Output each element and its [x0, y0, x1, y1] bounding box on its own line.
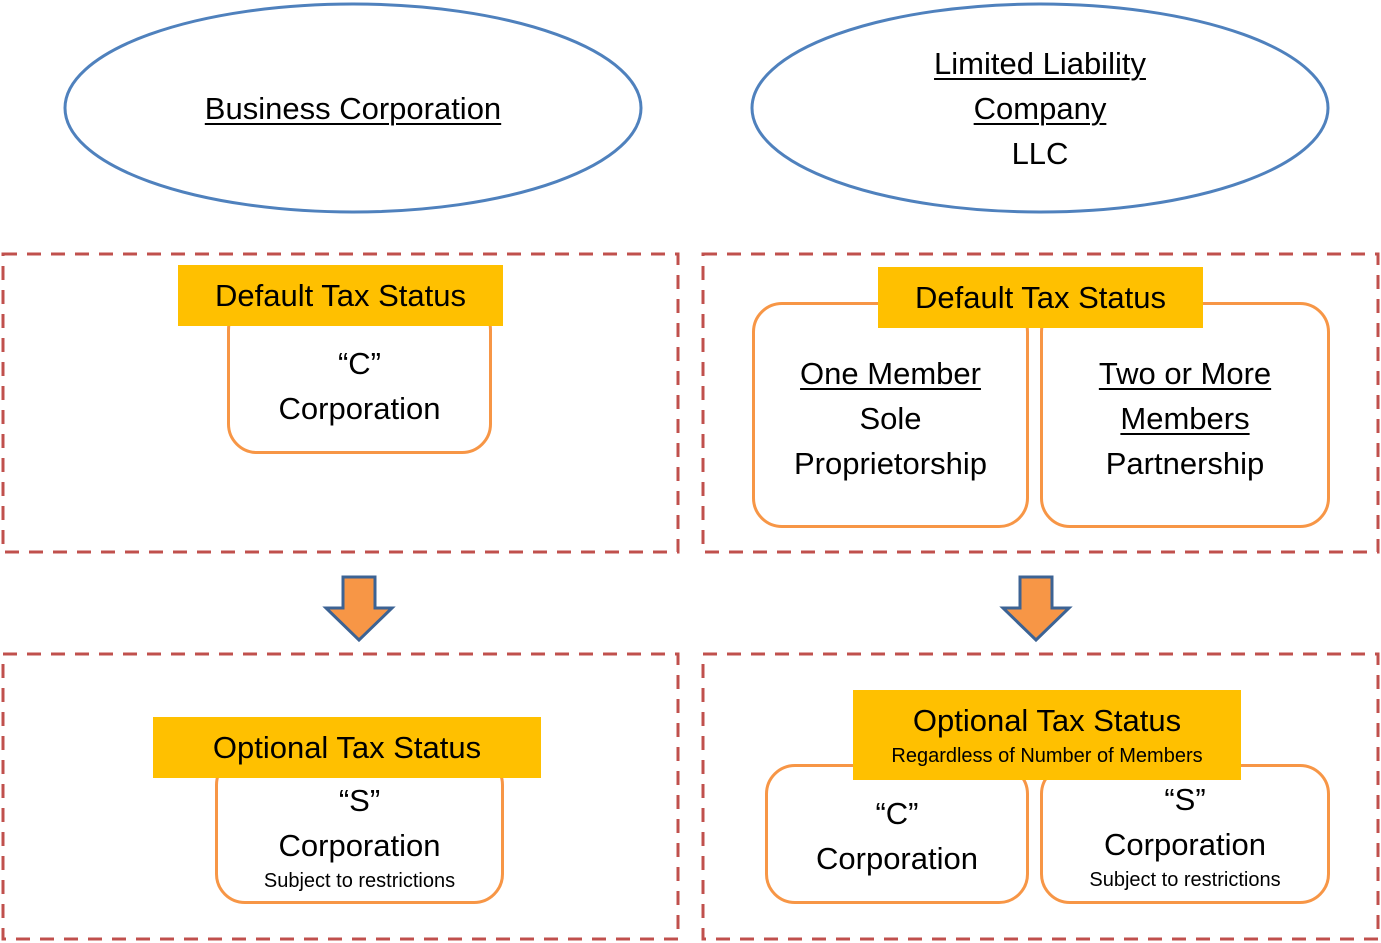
- default-tax-status-label: Default Tax Status: [878, 267, 1203, 328]
- box-line: “S”: [1164, 782, 1206, 817]
- default-tax-status-label: Default Tax Status: [178, 265, 503, 326]
- restriction-note: Subject to restrictions: [1089, 869, 1281, 891]
- down-arrow-icon: [999, 575, 1073, 643]
- box-line: Corporation: [278, 828, 441, 863]
- box-line: “C”: [875, 796, 919, 831]
- multi-member-heading: Members: [1120, 401, 1250, 436]
- llc-title-line1: Limited Liability: [934, 46, 1146, 81]
- box-line: Proprietorship: [794, 446, 987, 481]
- optional-tax-status-label: Optional Tax Status: [153, 717, 541, 778]
- box-line: Corporation: [278, 391, 441, 426]
- box-line: “C”: [337, 346, 382, 381]
- llc-abbr: LLC: [1011, 136, 1069, 171]
- restriction-note: Subject to restrictions: [263, 870, 456, 892]
- box-line: Corporation: [1104, 827, 1266, 862]
- one-member-box: One Member Sole Proprietorship: [752, 302, 1029, 528]
- box-line: Partnership: [1105, 446, 1265, 481]
- llc-title: Limited Liability Company LLC: [752, 41, 1328, 176]
- optional-tax-status-label: Optional Tax Status Regardless of Number…: [853, 690, 1241, 780]
- corporation-title: Business Corporation: [65, 86, 641, 131]
- optional-label-text: Optional Tax Status: [912, 703, 1182, 738]
- box-line: “S”: [338, 783, 381, 818]
- corporation-title-text: Business Corporation: [204, 91, 502, 126]
- down-arrow-icon: [322, 575, 396, 643]
- llc-s-corporation-box: “S” Corporation Subject to restrictions: [1040, 764, 1330, 904]
- multi-member-heading: Two or More: [1098, 356, 1272, 391]
- box-line: Sole: [859, 401, 922, 436]
- box-line: Corporation: [816, 841, 978, 876]
- one-member-heading: One Member: [800, 356, 981, 391]
- llc-c-corporation-box: “C” Corporation: [765, 764, 1029, 904]
- llc-title-line2: Company: [973, 91, 1107, 126]
- multi-member-box: Two or More Members Partnership: [1040, 302, 1330, 528]
- optional-sublabel-text: Regardless of Number of Members: [891, 745, 1203, 767]
